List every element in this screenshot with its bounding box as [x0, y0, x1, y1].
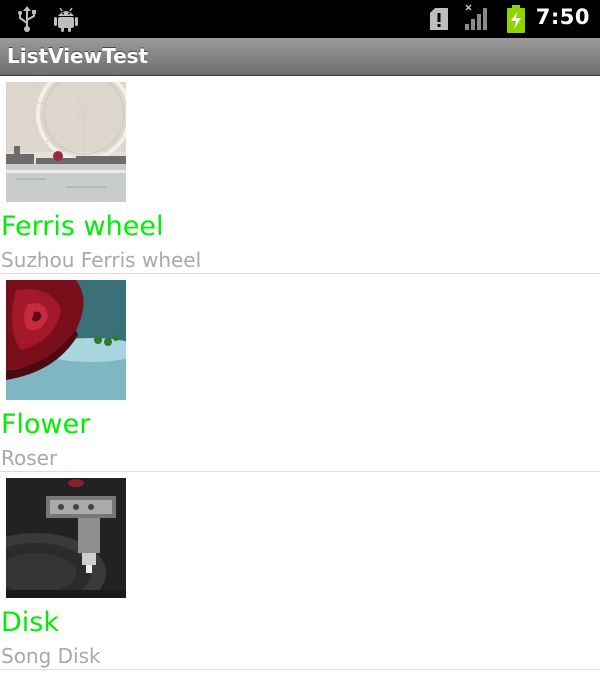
item-title: Ferris wheel	[1, 211, 164, 242]
list-item[interactable]: Disk Song Disk	[0, 472, 600, 670]
item-title: Flower	[1, 409, 91, 440]
sd-card-alert-icon	[430, 8, 448, 34]
app-title: ListViewTest	[7, 44, 149, 68]
android-debug-icon	[54, 6, 78, 36]
item-subtitle: Suzhou Ferris wheel	[1, 248, 202, 272]
clock-time: 7:50	[535, 5, 590, 29]
list-item[interactable]: Flower Roser	[0, 274, 600, 472]
battery-charging-icon	[506, 5, 526, 37]
status-bar: 7:50	[0, 0, 600, 38]
item-subtitle: Song Disk	[1, 644, 101, 668]
record-player-image	[6, 478, 126, 598]
list-view[interactable]: Ferris wheel Suzhou Ferris wheel Flower …	[0, 76, 600, 670]
list-item[interactable]: Ferris wheel Suzhou Ferris wheel	[0, 76, 600, 274]
item-subtitle: Roser	[1, 446, 58, 470]
ferris-wheel-image	[6, 82, 126, 202]
title-bar: ListViewTest	[0, 38, 600, 76]
item-title: Disk	[1, 607, 59, 638]
rose-image	[6, 280, 126, 400]
no-signal-icon	[465, 4, 491, 36]
usb-icon	[16, 6, 38, 36]
